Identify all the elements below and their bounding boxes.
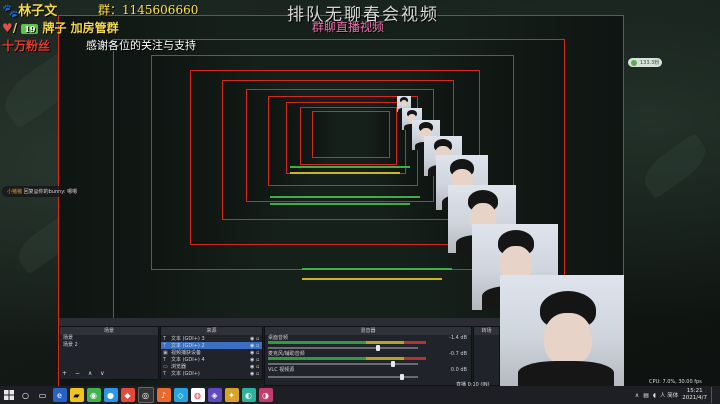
heart-icon: ♥ [2, 21, 13, 35]
mixer-volume-slider[interactable] [268, 361, 418, 367]
scenes-dock-title: 场景 [60, 327, 158, 335]
fan-badge-line: ♥/ 19 牌子 加房管群 [2, 21, 119, 35]
lock-icon[interactable]: ▫ [256, 343, 262, 349]
ime-indicator[interactable]: 人 简体 [660, 391, 678, 399]
mixer-volume-slider[interactable] [268, 345, 418, 351]
mixer-channel: 桌面音频 -1.4 dB [265, 335, 471, 351]
system-tray: ∧ ▤ ◖ 人 简体 15:21 2021/4/7 [635, 386, 720, 404]
fans-icon [631, 59, 637, 66]
obs-preview-frame [312, 111, 390, 158]
obs-dock-headers [59, 318, 500, 326]
obs-icon[interactable]: ◎ [137, 387, 154, 403]
mixer-channel: VLC 视频源 0.0 dB [265, 367, 471, 380]
qq-group-label: 群：1145606660 [98, 3, 199, 17]
app-icon[interactable]: ◈ [207, 388, 222, 402]
scene-item[interactable]: 场景 2 [60, 342, 158, 349]
fan-count-label: 十万粉丝 [2, 39, 51, 53]
source-item[interactable]: T 文本 (GDI+) 3 ◉ ▫ [161, 335, 262, 343]
fan-level-badge: 19 [21, 23, 39, 34]
chrome-icon[interactable]: ◍ [190, 388, 205, 402]
text-source-icon: T [163, 370, 167, 377]
chat-message: 小猪猪 回复@你的bunny: 嗯嗯 [2, 186, 83, 197]
text-source-icon: T [163, 356, 167, 363]
scenes-controls[interactable]: + − ∧ ∨ [62, 370, 108, 377]
transitions-dock: 转场 [473, 326, 500, 386]
folder-icon[interactable]: ▰ [69, 388, 84, 402]
mixer-channel: 麦克风/辅助音频 -0.7 dB [265, 351, 471, 367]
task-view-icon[interactable]: ▭ [36, 388, 50, 402]
thanks-label: 感谢各位的关注与支持 [86, 39, 196, 52]
mixer-channel-db: 0.0 dB [450, 367, 467, 373]
camera-feed-main [500, 275, 624, 388]
lock-icon[interactable]: ▫ [256, 364, 262, 370]
obs-cpu-status: CPU: 7.0%, 30.00 fps [649, 379, 702, 385]
text-source-icon: T [163, 335, 167, 342]
app-icon[interactable]: ◆ [120, 388, 135, 402]
volume-slider-knob[interactable] [400, 374, 404, 380]
lock-icon[interactable]: ▫ [256, 336, 262, 342]
app-icon[interactable]: ◑ [258, 388, 273, 402]
mixer-meter-mini [302, 268, 452, 270]
app-icon[interactable]: ◇ [173, 388, 188, 402]
show-desktop-button[interactable] [711, 387, 716, 403]
windows-start-icon[interactable] [2, 388, 16, 402]
source-item[interactable]: ▭ 浏览器 ◉ ▫ [161, 363, 262, 371]
source-item[interactable]: T 文本 (GDI+) 4 ◉ ▫ [161, 356, 262, 364]
source-item-selected[interactable]: T 文本 (GDI+) 2 ◉ ▫ [161, 342, 262, 349]
wechat-icon[interactable]: ◉ [86, 388, 101, 402]
clock-date: 2021/4/7 [682, 395, 707, 401]
search-icon[interactable]: ○ [19, 388, 33, 402]
video-capture-icon: ▣ [163, 349, 168, 356]
app-icon[interactable]: ✦ [224, 388, 239, 402]
mixer-meter-mini [290, 166, 410, 168]
mixer-level-meter [268, 357, 426, 360]
transitions-dock-title: 转场 [474, 327, 499, 335]
source-item[interactable]: ▣ 视频捕获设备 ◉ ▫ [161, 349, 262, 357]
mixer-dock-title: 混音器 [265, 327, 471, 335]
scenes-dock: 场景 场景 场景 2 + − ∧ ∨ [59, 326, 159, 380]
windows-taskbar: ○ ▭ e ▰ ◉ ● ◆ ◎ ♪ ◇ ◍ ◈ ✦ ◐ ◑ ∧ ▤ ◖ 人 简体… [0, 386, 720, 404]
paw-icon: 🐾 [2, 4, 19, 19]
clock[interactable]: 15:21 2021/4/7 [682, 388, 707, 402]
music-icon[interactable]: ♪ [156, 388, 171, 402]
clock-time: 15:21 [686, 388, 703, 394]
mixer-meter-mini [270, 196, 420, 198]
lock-icon[interactable]: ▫ [256, 371, 262, 377]
mixer-meter-mini [270, 203, 410, 205]
audio-mixer-dock: 混音器 桌面音频 -1.4 dB 麦克风/辅助音频 -0.7 dB VLC 视频… [264, 326, 472, 386]
network-icon[interactable]: ▤ [643, 392, 649, 399]
volume-icon[interactable]: ◖ [653, 392, 656, 399]
mixer-meter-mini [290, 172, 400, 174]
qq-icon[interactable]: ● [103, 388, 118, 402]
streamer-name: 🐾林子文 [2, 4, 58, 19]
tray-expand-icon[interactable]: ∧ [635, 392, 639, 399]
lock-icon[interactable]: ▫ [256, 357, 262, 363]
mixer-channel-db: -0.7 dB [449, 351, 467, 357]
browser-source-icon: ▭ [163, 363, 168, 370]
stream-subtitle: 群聊直播视频 [312, 20, 385, 34]
sources-dock-title: 来源 [161, 327, 262, 335]
text-source-icon: T [163, 342, 167, 349]
source-item[interactable]: T 文本 (GDI+) ◉ ▫ [161, 370, 262, 378]
app-icon[interactable]: ◐ [241, 388, 256, 402]
mixer-volume-slider[interactable] [268, 374, 418, 380]
mixer-channel-label: VLC 视频源 [268, 367, 295, 373]
mixer-channel-db: -1.4 dB [449, 335, 467, 341]
lock-icon[interactable]: ▫ [256, 350, 262, 356]
browser-icon[interactable]: e [52, 388, 67, 402]
fans-pill: 133.3粉 [628, 58, 663, 67]
mixer-level-meter [268, 341, 426, 344]
sources-dock: 来源 T 文本 (GDI+) 3 ◉ ▫ T 文本 (GDI+) 2 ◉ ▫ ▣ 视频捕获设备… [160, 326, 263, 380]
scene-item[interactable]: 场景 [60, 335, 158, 342]
mixer-meter-mini [302, 278, 442, 280]
